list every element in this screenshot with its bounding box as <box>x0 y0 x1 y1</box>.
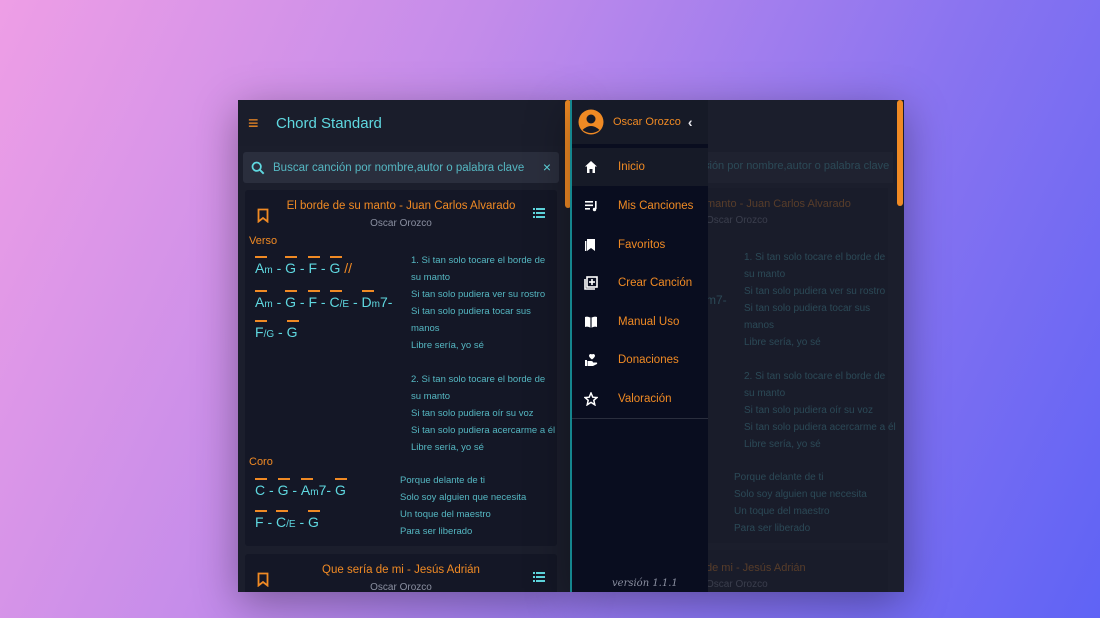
dimmed-lyric-line: Si tan solo pudiera oír su voz <box>744 405 873 416</box>
dimmed-lyric-line: su manto <box>744 388 786 399</box>
dimmed-song-title: de mi - Jesús Adrián <box>706 562 806 574</box>
add-box-icon <box>583 275 599 291</box>
menu-item-label: Donaciones <box>618 354 679 366</box>
dimmed-lyric-line: Si tan solo pudiera tocar sus <box>744 303 871 314</box>
song-options-icon[interactable] <box>533 208 545 218</box>
song-list-screen: ≡ Chord Standard Buscar canción por nomb… <box>238 100 570 592</box>
lyric-line: Solo soy alguien que necesita <box>400 492 527 503</box>
lyric-line: 2. Si tan solo tocare el borde de <box>411 374 546 385</box>
song-card[interactable]: El borde de su manto - Juan Carlos Alvar… <box>245 190 557 546</box>
song-title[interactable]: El borde de su manto - Juan Carlos Alvar… <box>245 200 557 212</box>
lyric-line: Porque delante de ti <box>400 475 486 486</box>
bookmark-icon <box>583 237 599 253</box>
menu-item-label: Mis Canciones <box>618 200 694 212</box>
dimmed-lyric-line: Si tan solo pudiera ver su rostro <box>744 286 886 297</box>
chord-line: F - C/E - G <box>255 510 320 530</box>
chorus-label: Coro <box>249 456 273 468</box>
verse-lyrics: 1. Si tan solo tocare el borde de su man… <box>411 252 555 456</box>
lyric-line: Un toque del maestro <box>400 509 491 520</box>
lyric-line: Si tan solo pudiera oír su voz <box>411 408 534 419</box>
app-title: Chord Standard <box>276 114 382 132</box>
search-icon <box>251 161 265 174</box>
menu-item-favoritos[interactable]: Favoritos <box>572 226 708 264</box>
dimmed-chorus-lyrics: Porque delante de ti Solo soy alguien qu… <box>734 469 867 537</box>
search-bar[interactable]: Buscar canción por nombre,autor o palabr… <box>243 152 559 183</box>
dimmed-song-author: Oscar Orozco <box>706 579 768 590</box>
book-icon <box>583 314 599 330</box>
navigation-drawer: Oscar Orozco ‹ Inicio Mis Canciones Favo… <box>570 100 708 592</box>
chord-line: Am - G - F - C/E - Dm7- <box>255 290 393 310</box>
drawer-header: Oscar Orozco ‹ <box>572 100 708 144</box>
menu-item-label: Valoración <box>618 393 672 405</box>
song-author: Oscar Orozco <box>370 218 432 229</box>
dimmed-song-author: Oscar Orozco <box>706 215 768 226</box>
dimmed-search-bar: ción por nombre,autor o palabra clave × <box>688 152 893 183</box>
app-version: versión 1.1.1 <box>612 578 678 589</box>
menu-item-manual-uso[interactable]: Manual Uso <box>572 303 708 341</box>
lyric-line: Si tan solo pudiera ver su rostro <box>411 289 546 300</box>
dimmed-song-title: manto - Juan Carlos Alvarado <box>706 198 851 210</box>
dimmed-lyric-line: Un toque del maestro <box>734 506 830 517</box>
lyric-line: su manto <box>411 272 451 283</box>
song-options-icon[interactable] <box>533 572 545 582</box>
user-name: Oscar Orozco <box>613 116 681 128</box>
hamburger-menu-icon[interactable]: ≡ <box>248 113 268 134</box>
menu-item-donaciones[interactable]: Donaciones <box>572 341 708 379</box>
chord-line: C - G - Am7- G <box>255 478 347 498</box>
chord-line: F/G - G <box>255 320 299 340</box>
verse-label: Verso <box>249 235 278 247</box>
menu-item-crear-cancion[interactable]: Crear Canción <box>572 264 708 302</box>
dimmed-lyric-line: Para ser liberado <box>734 523 811 534</box>
playlist-icon <box>583 198 599 214</box>
song-card[interactable]: Que sería de mi - Jesús Adrián Oscar Oro… <box>245 554 557 592</box>
dimmed-verse-lyrics: 1. Si tan solo tocare el borde de su man… <box>744 249 896 453</box>
dimmed-lyric-line: 2. Si tan solo tocare el borde de <box>744 371 886 382</box>
drawer-divider <box>572 418 708 419</box>
lyric-line: manos <box>411 323 440 334</box>
clear-search-icon[interactable]: × <box>543 159 551 175</box>
chevron-left-icon[interactable]: ‹ <box>688 114 693 130</box>
song-author: Oscar Orozco <box>370 582 432 592</box>
donate-hand-icon <box>583 352 599 368</box>
dimmed-lyric-line: su manto <box>744 269 786 280</box>
lyric-line: 1. Si tan solo tocare el borde de <box>411 255 546 266</box>
menu-item-mis-canciones[interactable]: Mis Canciones <box>572 187 708 225</box>
song-title[interactable]: Que sería de mi - Jesús Adrián <box>245 564 557 576</box>
user-avatar-icon[interactable] <box>578 109 604 135</box>
menu-item-valoracion[interactable]: Valoración <box>572 380 708 418</box>
menu-item-label: Inicio <box>618 161 645 173</box>
dimmed-chord-fragment: m7- <box>706 293 727 307</box>
home-icon <box>583 159 599 175</box>
dimmed-lyric-line: Libre sería, yo sé <box>744 439 821 450</box>
dimmed-lyric-line: manos <box>744 320 775 331</box>
menu-item-label: Crear Canción <box>618 277 693 289</box>
lyric-line: su manto <box>411 391 451 402</box>
chord-line: Am - G - F - G // <box>255 256 353 276</box>
menu-item-label: Manual Uso <box>618 316 680 328</box>
lyric-line: Si tan solo pudiera acercarme a él <box>411 425 556 436</box>
dimmed-clear-icon: × <box>704 160 885 172</box>
menu-item-inicio[interactable]: Inicio <box>572 148 708 186</box>
dimmed-lyric-line: Porque delante de ti <box>734 472 824 483</box>
search-input[interactable]: Buscar canción por nombre,autor o palabr… <box>273 162 524 174</box>
star-icon <box>583 391 599 407</box>
scrollbar-thumb[interactable] <box>897 100 903 206</box>
lyric-line: Si tan solo pudiera tocar sus <box>411 306 531 317</box>
chorus-lyrics: Porque delante de ti Solo soy alguien qu… <box>400 472 526 540</box>
lyric-line: Para ser liberado <box>400 526 473 537</box>
dimmed-lyric-line: Si tan solo pudiera acercarme a él <box>744 422 896 433</box>
app-bar: ≡ Chord Standard <box>238 100 570 146</box>
dimmed-lyric-line: Solo soy alguien que necesita <box>734 489 867 500</box>
dimmed-lyric-line: 1. Si tan solo tocare el borde de <box>744 252 886 263</box>
lyric-line: Libre sería, yo sé <box>411 340 484 351</box>
lyric-line: Libre sería, yo sé <box>411 442 484 453</box>
dimmed-lyric-line: Libre sería, yo sé <box>744 337 821 348</box>
menu-item-label: Favoritos <box>618 239 666 251</box>
